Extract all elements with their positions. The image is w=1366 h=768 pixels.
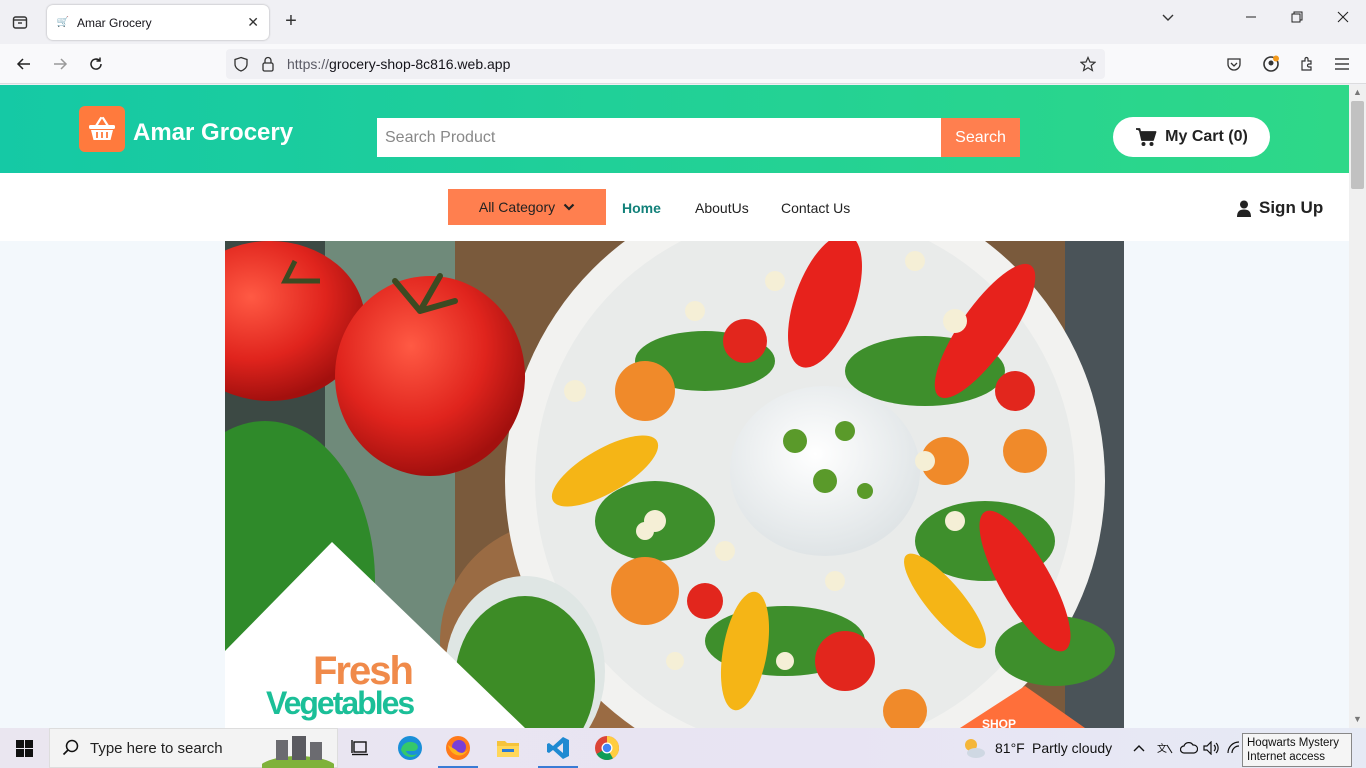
volume-icon[interactable] [1200, 734, 1224, 762]
shield-icon[interactable] [233, 56, 249, 72]
hero-shop-badge[interactable]: SHOP [982, 717, 1016, 728]
wifi-tooltip: Hoqwarts Mystery Internet access [1242, 733, 1352, 767]
sign-up-label: Sign Up [1259, 198, 1324, 217]
weather-partly-cloudy-icon[interactable] [960, 734, 988, 762]
firefox-icon[interactable] [444, 734, 472, 762]
tray-chevron-up-icon[interactable] [1127, 734, 1151, 762]
scroll-up-icon[interactable]: ▲ [1352, 87, 1363, 97]
vscode-icon[interactable] [544, 734, 572, 762]
bookmark-star-icon[interactable] [1080, 56, 1096, 72]
sign-up-link[interactable]: Sign Up [1237, 198, 1323, 218]
tab-title: Amar Grocery [77, 15, 152, 30]
chevron-down-icon [563, 203, 575, 211]
tab-overflow-chevron-icon[interactable] [1156, 10, 1180, 28]
hero-headline-vegetables: Vegetables [266, 685, 415, 721]
account-icon[interactable] [1259, 52, 1283, 76]
basket-logo-icon[interactable] [79, 106, 125, 152]
all-category-dropdown[interactable]: All Category [448, 189, 606, 225]
cart-icon [1136, 128, 1157, 146]
search-icon [62, 739, 79, 756]
taskbar-search-placeholder: Type here to search [90, 739, 223, 757]
browser-tab-bar: 🛒 Amar Grocery ✕ + [0, 0, 1366, 44]
site-header: Amar Grocery Search My Cart (0) [0, 85, 1349, 173]
nav-link-contact[interactable]: Contact Us [781, 200, 850, 216]
restore-button[interactable] [1285, 10, 1309, 27]
search-highlight-castle-icon [262, 732, 334, 768]
scroll-down-icon[interactable]: ▼ [1352, 714, 1363, 724]
onedrive-sync-icon[interactable] [1177, 734, 1201, 762]
page-viewport: Amar Grocery Search My Cart (0) All Cate… [0, 85, 1349, 728]
weather-temp[interactable]: 81°F [995, 740, 1025, 756]
new-tab-button[interactable]: + [280, 10, 302, 32]
task-view-icon[interactable] [346, 734, 374, 762]
windows-start-icon[interactable] [10, 734, 38, 762]
main-menu-bar: All Category Home AboutUs Contact Us Sig… [0, 173, 1349, 241]
hero-banner[interactable]: Fresh Vegetables SHOP [225, 241, 1124, 728]
forward-arrow-icon[interactable] [48, 52, 72, 76]
tooltip-network-name: Hoqwarts Mystery [1247, 737, 1340, 749]
windows-taskbar: Type here to search 81°F Partly cloudy 文 [0, 728, 1366, 768]
tab-list-icon[interactable] [8, 10, 32, 34]
reload-icon[interactable] [84, 52, 108, 76]
cart-button[interactable]: My Cart (0) [1113, 117, 1270, 157]
edge-browser-icon[interactable] [396, 734, 424, 762]
browser-tab[interactable]: 🛒 Amar Grocery ✕ [47, 5, 269, 40]
browser-nav-bar: https://grocery-shop-8c816.web.app [0, 44, 1366, 84]
close-tab-icon[interactable]: ✕ [247, 14, 259, 31]
close-window-button[interactable] [1331, 10, 1355, 27]
extensions-icon[interactable] [1295, 52, 1319, 76]
pocket-icon[interactable] [1222, 52, 1246, 76]
page-scrollbar[interactable]: ▲ ▼ [1349, 85, 1366, 728]
hamburger-menu-icon[interactable] [1330, 52, 1354, 76]
url-bar[interactable]: https://grocery-shop-8c816.web.app [226, 49, 1105, 79]
search-button[interactable]: Search [941, 118, 1020, 157]
nav-link-aboutus[interactable]: AboutUs [695, 200, 749, 216]
scroll-thumb[interactable] [1351, 101, 1364, 189]
category-label: All Category [478, 199, 556, 215]
minimize-button[interactable] [1239, 10, 1263, 27]
file-explorer-icon[interactable] [494, 734, 522, 762]
chrome-icon[interactable] [593, 734, 621, 762]
weather-desc[interactable]: Partly cloudy [1032, 740, 1112, 756]
cart-label: My Cart (0) [1165, 128, 1248, 145]
nav-link-home[interactable]: Home [622, 200, 661, 216]
search-input[interactable] [377, 118, 941, 157]
cart-favicon-icon: 🛒 [56, 17, 70, 28]
tooltip-network-status: Internet access [1247, 751, 1325, 763]
back-arrow-icon[interactable] [12, 52, 36, 76]
input-method-icon[interactable]: 文 [1153, 734, 1177, 762]
user-icon [1237, 200, 1251, 217]
url-text: https://grocery-shop-8c816.web.app [287, 56, 511, 72]
lock-icon[interactable] [260, 56, 276, 72]
site-brand[interactable]: Amar Grocery [133, 119, 293, 147]
svg-text:文: 文 [1157, 742, 1167, 755]
